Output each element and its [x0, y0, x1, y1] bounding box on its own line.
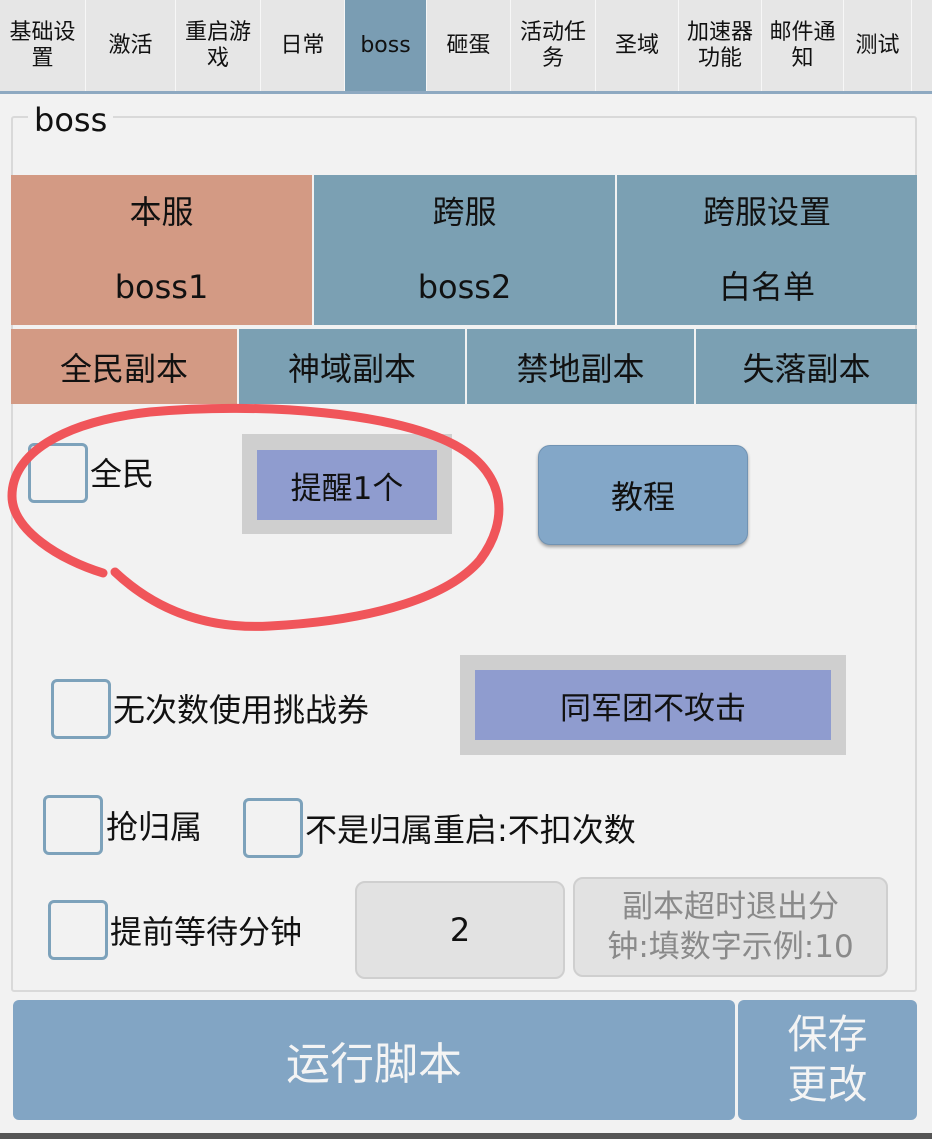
tab-activity-tasks[interactable]: 活动任 务: [511, 0, 596, 91]
group-title: boss: [28, 98, 114, 142]
tab-mail-notify[interactable]: 邮件通 知: [762, 0, 844, 91]
top-tab-bar: 基础设 置 激活 重启游 戏 日常 boss 砸蛋 活动任 务 圣域 加速器 功…: [0, 0, 932, 94]
tab-daily[interactable]: 日常: [261, 0, 345, 91]
server-tab-local-label: 本服: [129, 193, 194, 231]
same-legion-button[interactable]: 同军团不攻击: [475, 670, 831, 740]
tab-basic-settings[interactable]: 基础设 置: [0, 0, 86, 91]
not-owner-restart-label: 不是归属重启:不扣次数: [305, 811, 636, 849]
no-count-ticket-label: 无次数使用挑战券: [113, 691, 370, 729]
tutorial-button[interactable]: 教程: [538, 445, 748, 545]
not-owner-restart-checkbox[interactable]: [243, 798, 303, 858]
save-changes-button[interactable]: 保存 更改: [738, 1000, 917, 1120]
grab-ownership-checkbox[interactable]: [43, 795, 103, 855]
tab-restart-game[interactable]: 重启游 戏: [176, 0, 261, 91]
server-tab-cross-sub: boss2: [417, 268, 512, 306]
server-tab-cross[interactable]: 跨服 boss2: [314, 175, 617, 325]
red-circle-annotation: [7, 403, 504, 631]
server-tab-cross-label: 跨服: [432, 193, 497, 231]
tab-holy-domain[interactable]: 圣域: [596, 0, 679, 91]
server-tab-cross-settings[interactable]: 跨服设置 白名单: [617, 175, 917, 325]
server-tab-cross-settings-label: 跨服设置: [702, 193, 831, 231]
server-tab-cross-settings-sub: 白名单: [718, 268, 815, 306]
tab-test[interactable]: 测试: [844, 0, 912, 91]
tab-smash-egg[interactable]: 砸蛋: [427, 0, 511, 91]
wait-minutes-input[interactable]: 2: [355, 881, 565, 979]
tab-boss[interactable]: boss: [345, 0, 427, 91]
timeout-minutes-input[interactable]: 副本超时退出分 钟:填数字示例:10: [573, 877, 888, 977]
dungeon-tab-jindi[interactable]: 禁地副本: [467, 329, 696, 404]
server-tab-local[interactable]: 本服 boss1: [11, 175, 314, 325]
tab-accelerator[interactable]: 加速器 功能: [679, 0, 762, 91]
run-script-button[interactable]: 运行脚本: [13, 1000, 735, 1120]
no-count-ticket-checkbox[interactable]: [51, 679, 111, 739]
bottom-edge: [0, 1133, 932, 1139]
server-tab-local-sub: boss1: [114, 268, 209, 306]
dungeon-tab-shiluo[interactable]: 失落副本: [696, 329, 917, 404]
tab-activate[interactable]: 激活: [86, 0, 176, 91]
wait-minutes-checkbox[interactable]: [48, 900, 108, 960]
dungeon-tab-quanmin[interactable]: 全民副本: [11, 329, 239, 404]
wait-minutes-label: 提前等待分钟: [110, 913, 303, 951]
dungeon-tab-shenyu[interactable]: 神域副本: [239, 329, 467, 404]
grab-ownership-label: 抢归属: [106, 808, 203, 846]
